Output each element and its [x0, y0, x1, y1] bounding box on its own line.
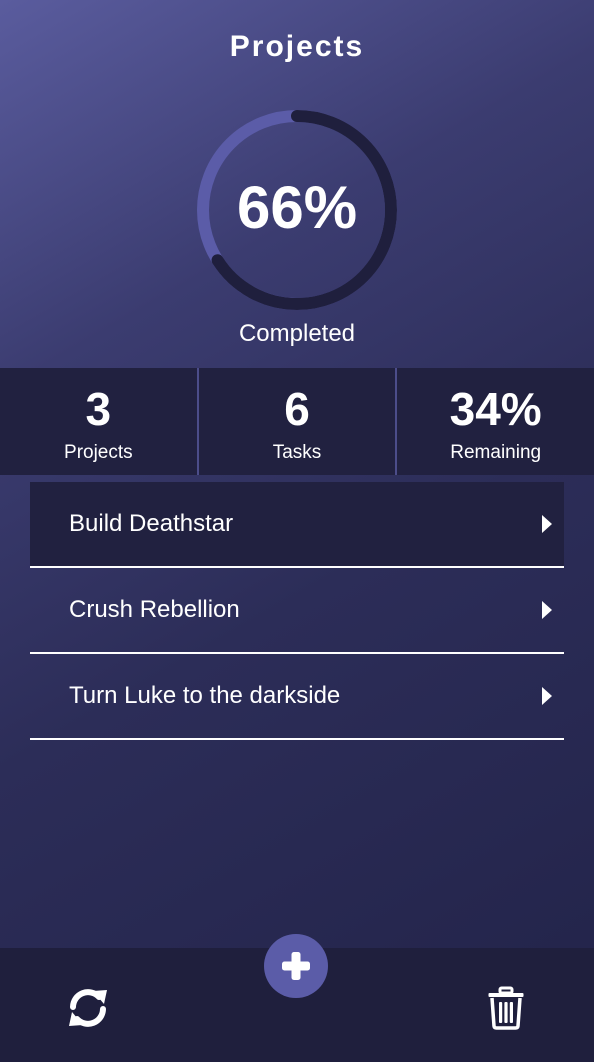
stat-label: Remaining [450, 442, 542, 463]
progress-caption: Completed [238, 320, 356, 347]
project-item-turn-luke[interactable]: Turn Luke to the darkside [30, 654, 564, 740]
plus-icon [282, 952, 310, 980]
refresh-icon [69, 989, 107, 1027]
project-item-crush-rebellion[interactable]: Crush Rebellion [30, 568, 564, 654]
stat-label: Tasks [272, 442, 322, 463]
app-screen: Projects 66% Completed 3 Projects 6 Task… [0, 0, 594, 1062]
refresh-button[interactable] [66, 986, 110, 1030]
stats-bar: 3 Projects 6 Tasks 34% Remaining [0, 368, 594, 475]
progress-ring: 66% [193, 106, 401, 314]
stat-value: 34% [449, 383, 542, 435]
project-list: Build Deathstar Crush Rebellion Turn Luk… [30, 482, 564, 740]
delete-button[interactable] [487, 986, 525, 1030]
project-item-label: Turn Luke to the darkside [69, 682, 341, 709]
stat-value: 3 [85, 383, 112, 435]
add-project-button[interactable] [264, 934, 328, 998]
stat-remaining: 34% Remaining [395, 368, 594, 475]
stat-projects: 3 Projects [0, 368, 197, 475]
trash-icon [488, 986, 524, 1030]
progress-percent: 66% [236, 174, 358, 241]
stat-label: Projects [64, 442, 133, 463]
page-title: Projects [229, 30, 365, 63]
project-item-build-deathstar[interactable]: Build Deathstar [30, 482, 564, 568]
project-item-label: Crush Rebellion [69, 596, 240, 623]
project-item-label: Build Deathstar [69, 510, 234, 537]
stat-tasks: 6 Tasks [196, 368, 396, 475]
chevron-right-icon [542, 601, 552, 619]
chevron-right-icon [542, 515, 552, 533]
chevron-right-icon [542, 687, 552, 705]
stat-value: 6 [284, 383, 310, 435]
